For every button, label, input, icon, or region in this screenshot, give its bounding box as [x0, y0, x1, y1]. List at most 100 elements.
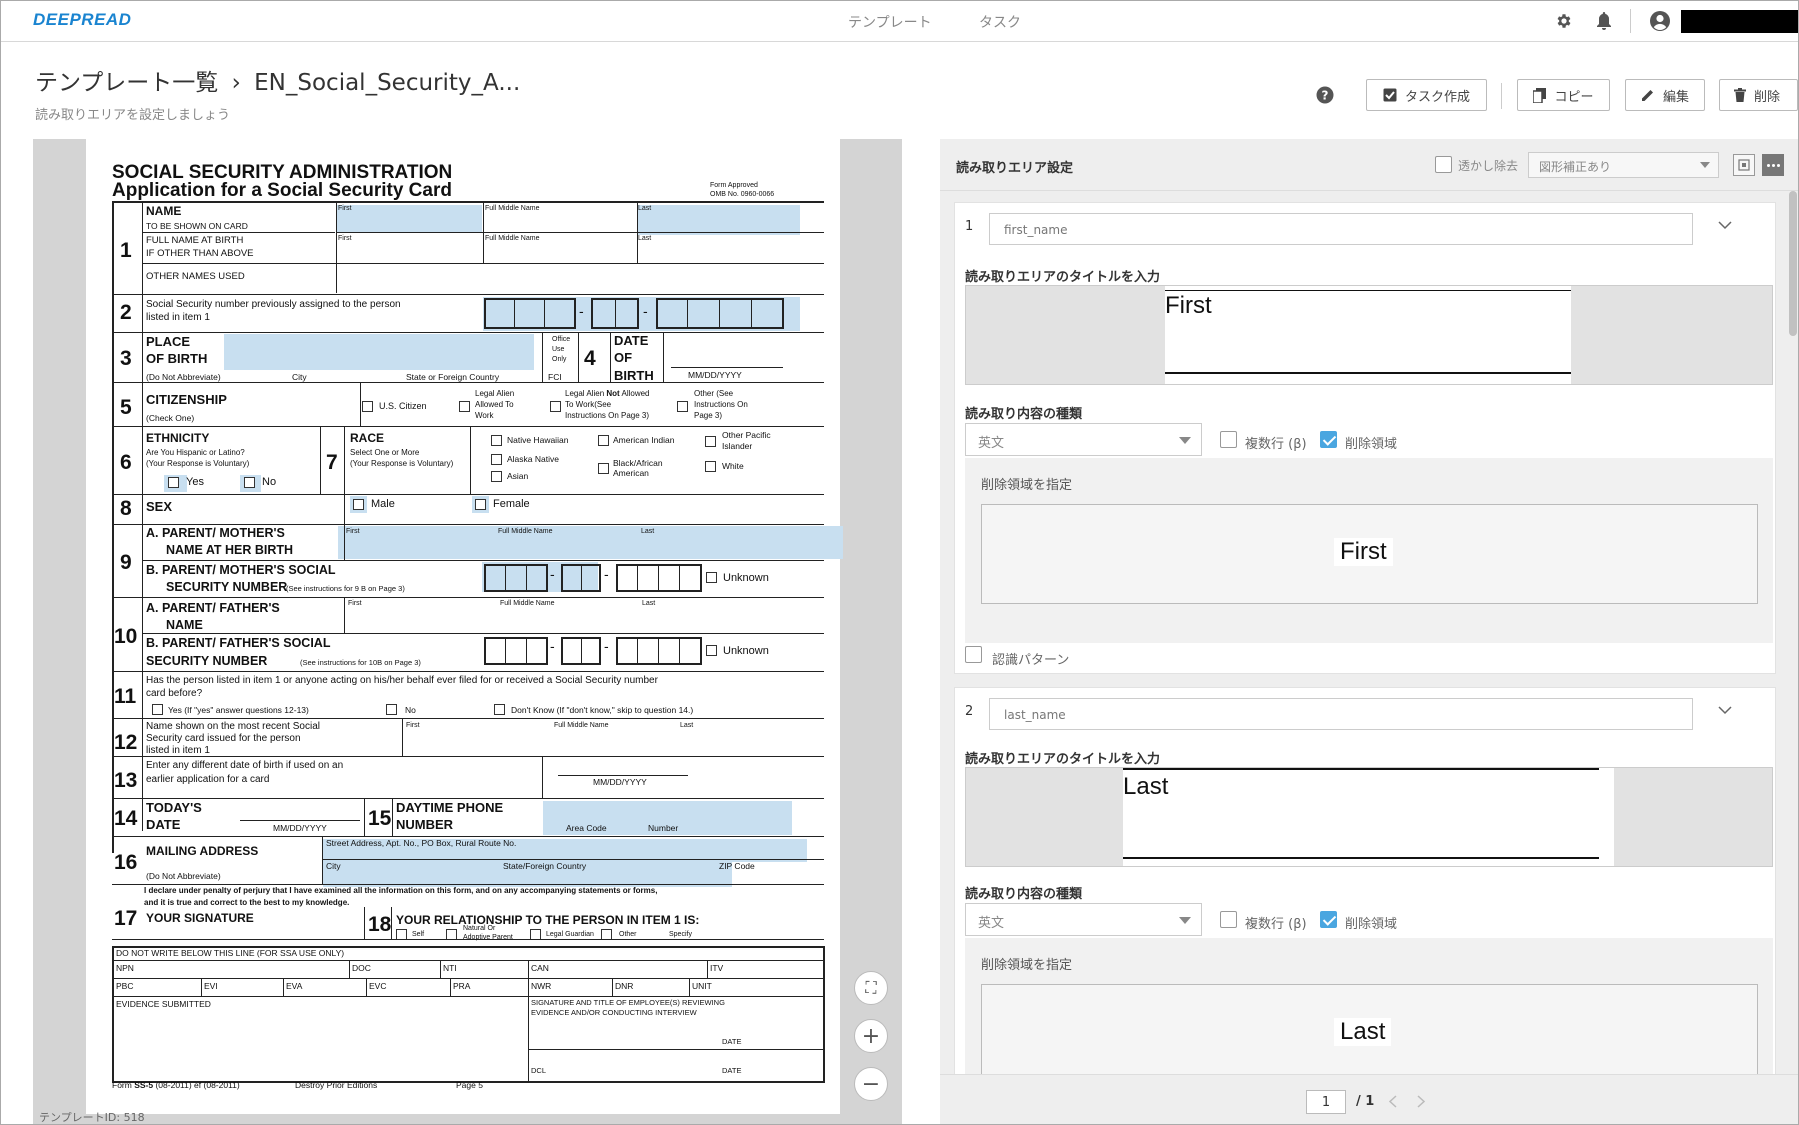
- label-mmddyyyy: MM/DD/YYYY: [273, 823, 327, 833]
- delete-area-checkbox[interactable]: [1320, 431, 1337, 448]
- label-do-not-abbr: (Do Not Abbreviate): [146, 871, 221, 881]
- correction-select[interactable]: 図形補正あり: [1528, 152, 1719, 178]
- multiline-checkbox[interactable]: [1220, 911, 1237, 928]
- cb-us-citizen[interactable]: [362, 401, 373, 412]
- cb-male[interactable]: [353, 499, 364, 510]
- item-number-15: 15: [368, 807, 392, 830]
- edit-button[interactable]: 編集: [1625, 79, 1705, 111]
- cb-white[interactable]: [705, 461, 716, 472]
- item-number-13: 13: [114, 769, 138, 792]
- cb-female[interactable]: [475, 499, 486, 510]
- username-redacted[interactable]: [1681, 10, 1798, 33]
- label-use: Use: [552, 346, 565, 353]
- delete-area-canvas[interactable]: Last: [981, 984, 1758, 1088]
- rule: [558, 775, 688, 776]
- rule: [240, 820, 360, 821]
- cb-legal-alien[interactable]: [459, 401, 470, 412]
- rule: [142, 263, 824, 264]
- prev-page-icon[interactable]: [1389, 1095, 1397, 1108]
- rule: [366, 978, 367, 996]
- cb-native-hawaiian[interactable]: [491, 435, 502, 446]
- panel-scrollbar[interactable]: [1789, 191, 1797, 336]
- app-logo[interactable]: DEEPREAD: [33, 10, 131, 30]
- area-last-name[interactable]: [637, 205, 800, 235]
- bell-icon[interactable]: [1593, 10, 1615, 32]
- zoom-out-button[interactable]: −: [854, 1067, 888, 1101]
- rule: [142, 201, 143, 831]
- label-sex: SEX: [146, 499, 173, 514]
- cb-yes[interactable]: [168, 477, 179, 488]
- next-page-icon[interactable]: [1417, 1095, 1425, 1108]
- area-place-of-birth[interactable]: [224, 334, 534, 370]
- delete-area-canvas[interactable]: First: [981, 504, 1758, 604]
- cb-other-pacific[interactable]: [705, 436, 716, 447]
- delete-area-text: Last: [1334, 1018, 1392, 1046]
- rule: [112, 671, 824, 672]
- copy-button[interactable]: コピー: [1517, 79, 1610, 111]
- cb-alaska[interactable]: [491, 454, 502, 465]
- rule: [637, 565, 638, 592]
- cb-asian[interactable]: [491, 471, 502, 482]
- fit-area-icon[interactable]: [1733, 154, 1755, 176]
- delete-area-checkbox[interactable]: [1320, 911, 1337, 928]
- chevron-down-icon[interactable]: [1718, 221, 1732, 230]
- rule: [322, 836, 323, 884]
- more-menu-icon[interactable]: [1762, 154, 1784, 176]
- rule: [320, 426, 321, 494]
- label-only: Only: [552, 356, 567, 363]
- area-first-name[interactable]: [336, 205, 482, 232]
- breadcrumb: テンプレート一覧 › EN_Social_Security_A...: [35, 63, 520, 97]
- document-viewer[interactable]: SOCIAL SECURITY ADMINISTRATION Applicati…: [33, 139, 902, 1124]
- type-select[interactable]: 英文: [965, 903, 1202, 936]
- label-unit: UNIT: [692, 981, 712, 991]
- title-input-label: 読み取りエリアのタイトルを入力: [965, 270, 1161, 285]
- breadcrumb-root[interactable]: テンプレート一覧: [35, 70, 218, 96]
- nav-tasks[interactable]: タスク: [979, 12, 1021, 32]
- area-name-input[interactable]: first_name: [989, 213, 1693, 245]
- delete-button[interactable]: 削除: [1719, 79, 1798, 111]
- area-name-input[interactable]: last_name: [989, 698, 1693, 730]
- user-avatar-icon[interactable]: [1649, 10, 1671, 32]
- label-q12-3: listed in item 1: [146, 745, 210, 756]
- cb-american-indian[interactable]: [598, 435, 609, 446]
- rule: [1165, 372, 1571, 374]
- label-doc: DOC: [352, 963, 371, 973]
- rule: [615, 299, 616, 329]
- cb-q11-no[interactable]: [386, 704, 397, 715]
- form-no-a: Form: [112, 1080, 135, 1090]
- cb-legal-alien-not[interactable]: [550, 401, 561, 412]
- cb-mother-unknown[interactable]: [706, 572, 717, 583]
- label-first: First: [338, 235, 352, 242]
- nav-templates[interactable]: テンプレート: [848, 12, 932, 32]
- cb-other[interactable]: [677, 401, 688, 412]
- page-input[interactable]: 1: [1306, 1090, 1346, 1114]
- multiline-checkbox[interactable]: [1220, 431, 1237, 448]
- label-ethnicity: ETHNICITY: [146, 431, 210, 445]
- type-select[interactable]: 英文: [965, 423, 1202, 456]
- item-number-6: 6: [120, 451, 132, 474]
- label-pacific-2: Islander: [722, 441, 753, 451]
- gear-icon[interactable]: [1553, 10, 1575, 32]
- label-state-foreign: State/Foreign Country: [503, 861, 587, 871]
- cb-q11-yes[interactable]: [152, 704, 163, 715]
- cb-black[interactable]: [598, 463, 609, 474]
- create-task-button[interactable]: タスク作成: [1366, 79, 1487, 111]
- rule: [610, 332, 611, 382]
- rule: [581, 565, 582, 592]
- rule: [112, 426, 824, 427]
- help-icon[interactable]: ?: [1316, 86, 1334, 108]
- area-mother-name[interactable]: [338, 526, 843, 559]
- cb-q11-dk[interactable]: [494, 704, 505, 715]
- cb-father-unknown[interactable]: [706, 645, 717, 656]
- watermark-checkbox[interactable]: [1435, 156, 1452, 173]
- cb-no[interactable]: [244, 477, 255, 488]
- chevron-down-icon[interactable]: [1718, 706, 1732, 715]
- label-unknown: Unknown: [723, 645, 769, 657]
- label-voluntary: (Your Response is Voluntary): [350, 459, 454, 468]
- label-declare-1: I declare under penalty of perjury that …: [144, 886, 658, 895]
- rule: [112, 718, 824, 719]
- pattern-checkbox[interactable]: [965, 646, 982, 663]
- rule: [336, 203, 337, 293]
- zoom-in-button[interactable]: +: [854, 1019, 888, 1053]
- fit-screen-button[interactable]: ⛶: [854, 971, 888, 1005]
